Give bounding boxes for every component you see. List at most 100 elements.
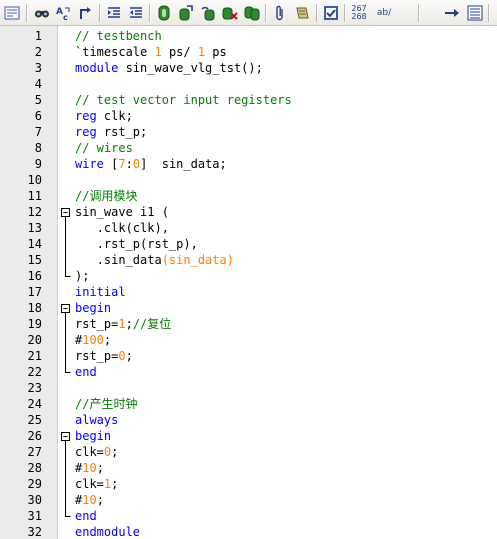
play-macro-icon[interactable] <box>198 3 218 23</box>
code-line[interactable]: 29 clk=1; <box>0 476 497 492</box>
code-line[interactable]: 7 reg rst_p; <box>0 124 497 140</box>
code-token: 0 <box>132 157 141 171</box>
checklist-icon[interactable] <box>321 3 341 23</box>
line-number: 12 <box>27 205 42 219</box>
code-line[interactable]: 25 always <box>0 412 497 428</box>
code-line[interactable]: 11 //调用模块 <box>0 188 497 204</box>
code-line[interactable]: 28 #10; <box>0 460 497 476</box>
line-number: 19 <box>27 317 42 331</box>
code-line[interactable]: 17 initial <box>0 284 497 300</box>
code-text: rst_p=0; <box>75 348 133 364</box>
fold-line <box>60 460 72 476</box>
next-icon[interactable] <box>442 3 462 23</box>
code-line[interactable]: 30 #10; <box>0 492 497 508</box>
code-token: //产生时钟 <box>75 397 138 411</box>
indent-icon[interactable] <box>104 3 124 23</box>
wrap-icon[interactable]: ab/ <box>372 3 396 23</box>
code-token: clk; <box>96 109 133 123</box>
code-line[interactable]: 10 <box>0 172 497 188</box>
code-line[interactable]: 26 begin <box>0 428 497 444</box>
attach-icon[interactable] <box>270 3 290 23</box>
fold-line <box>60 252 72 268</box>
fold-line <box>60 348 72 364</box>
code-line[interactable]: 15 .sin_data(sin_data) <box>0 252 497 268</box>
code-line[interactable]: 20 #100; <box>0 332 497 348</box>
stop-macro-icon[interactable] <box>176 3 196 23</box>
goto-icon[interactable] <box>76 3 96 23</box>
unindent-icon[interactable] <box>126 3 146 23</box>
fold-end-marker <box>60 364 72 380</box>
code-token: ; <box>96 493 104 507</box>
code-text: always <box>75 412 118 428</box>
code-line[interactable]: 24 //产生时钟 <box>0 396 497 412</box>
code-line[interactable]: 32 endmodule <box>0 524 497 539</box>
code-line[interactable]: 23 <box>0 380 497 396</box>
panel-icon[interactable] <box>465 3 485 23</box>
line-number-indicator[interactable]: 267 268 <box>348 3 370 23</box>
code-line[interactable]: 22 end <box>0 364 497 380</box>
toolbar-separator <box>265 4 267 22</box>
toolbar-separator <box>488 4 490 22</box>
toolbar-separator <box>344 4 346 22</box>
code-token: reg <box>75 109 97 123</box>
run-macro-multiple-icon[interactable] <box>242 3 262 23</box>
fold-collapse-icon[interactable] <box>60 204 72 220</box>
code-line[interactable]: 19 rst_p=1;//复位 <box>0 316 497 332</box>
code-text: endmodule <box>75 524 140 539</box>
code-token: 0 <box>118 349 126 363</box>
code-line[interactable]: 5 // test vector input registers <box>0 92 497 108</box>
code-line[interactable]: 18 begin <box>0 300 497 316</box>
code-line[interactable]: 4 <box>0 76 497 92</box>
replace-icon[interactable]: Ac <box>54 3 74 23</box>
fold-collapse-icon[interactable] <box>60 428 72 444</box>
code-token: //复位 <box>132 317 172 331</box>
code-line[interactable]: 2 `timescale 1 ps/ 1 ps <box>0 44 497 60</box>
show-all-chars-icon[interactable] <box>2 3 22 23</box>
code-text: rst_p=1;//复位 <box>75 316 171 332</box>
code-line[interactable]: 12 sin_wave i1 ( <box>0 204 497 220</box>
line-number: 25 <box>27 413 42 427</box>
code-line[interactable]: 13 .clk(clk), <box>0 220 497 236</box>
code-token: .rst_p(rst_p), <box>75 237 198 251</box>
code-line[interactable]: 6 reg clk; <box>0 108 497 124</box>
code-line[interactable]: 3 module sin_wave_vlg_tst(); <box>0 60 497 76</box>
code-token: ps <box>205 45 227 59</box>
scroll-icon[interactable] <box>292 3 312 23</box>
code-line[interactable]: 8 // wires <box>0 140 497 156</box>
code-line[interactable]: 9 wire [7:0] sin_data; <box>0 156 497 172</box>
code-text: // wires <box>75 140 133 156</box>
code-text: // test vector input registers <box>75 92 292 108</box>
clear-macro-icon[interactable] <box>220 3 240 23</box>
code-token: begin <box>75 429 112 443</box>
code-text: clk=0; <box>75 444 118 460</box>
find-icon[interactable] <box>32 3 52 23</box>
fold-end-marker <box>60 268 72 284</box>
fold-collapse-icon[interactable] <box>60 300 72 316</box>
code-line[interactable]: 14 .rst_p(rst_p), <box>0 236 497 252</box>
record-macro-icon[interactable] <box>154 3 174 23</box>
code-token: // wires <box>75 141 133 155</box>
code-editor[interactable]: 1 // testbench 2 `timescale 1 ps/ 1 ps 3 modu… <box>0 26 497 539</box>
code-text: // testbench <box>75 28 162 44</box>
code-line[interactable]: 16); <box>0 268 497 284</box>
line-number: 24 <box>27 397 42 411</box>
code-line[interactable]: 31 end <box>0 508 497 524</box>
fold-line <box>60 220 72 236</box>
code-line[interactable]: 1 // testbench <box>0 28 497 44</box>
code-line[interactable]: 27 clk=0; <box>0 444 497 460</box>
line-number: 31 <box>27 509 42 523</box>
code-token: clk= <box>75 477 104 491</box>
code-token: (sin_data) <box>161 253 234 267</box>
code-token: `timescale <box>75 45 155 59</box>
code-token: : <box>125 157 133 171</box>
code-line[interactable]: 21 rst_p=0; <box>0 348 497 364</box>
